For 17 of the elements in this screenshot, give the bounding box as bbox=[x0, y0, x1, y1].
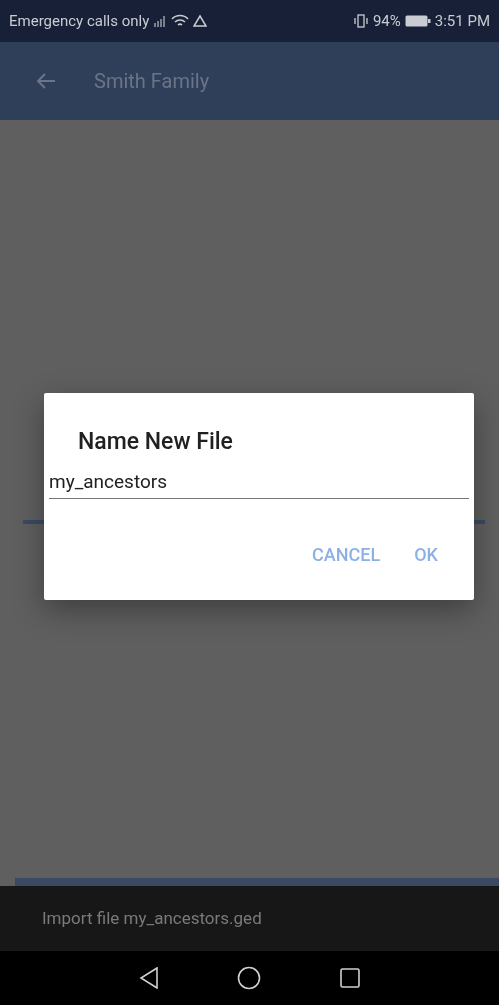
clock-time: 3:51 PM bbox=[434, 10, 490, 32]
ok-button[interactable]: OK bbox=[402, 537, 450, 572]
wifi-icon bbox=[171, 14, 190, 28]
recents-icon[interactable] bbox=[338, 967, 361, 989]
carrier-text: Emergency calls only bbox=[9, 10, 150, 32]
signal-icon bbox=[153, 14, 168, 28]
app-title: Smith Family bbox=[94, 68, 210, 95]
home-icon[interactable] bbox=[236, 966, 261, 990]
back-icon[interactable] bbox=[138, 967, 159, 989]
battery-icon bbox=[404, 15, 431, 27]
dialog-title: Name New File bbox=[78, 427, 234, 457]
cancel-button[interactable]: CANCEL bbox=[300, 537, 393, 572]
battery-percent: 94% bbox=[372, 10, 401, 32]
snackbar-message: Import file my_ancestors.ged bbox=[42, 906, 262, 930]
vibrate-icon bbox=[352, 14, 369, 28]
triangle-icon bbox=[193, 14, 208, 28]
file-name-field[interactable]: my_ancestors bbox=[49, 467, 469, 499]
